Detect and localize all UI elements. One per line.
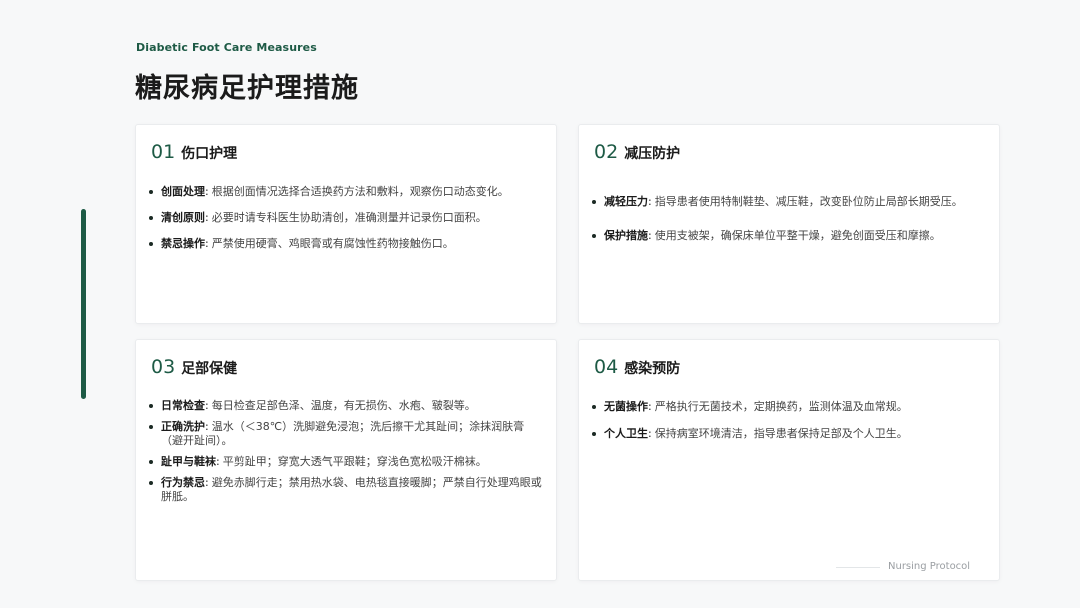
item-text: 根据创面情况选择合适换药方法和敷料，观察伤口动态变化。 — [211, 185, 509, 198]
list-item: 趾甲与鞋袜: 平剪趾甲；穿宽大透气平跟鞋；穿浅色宽松吸汗棉袜。 — [148, 455, 544, 469]
list-item: 正确洗护: 温水（＜38℃）洗脚避免浸泡；洗后擦干尤其趾间；涂抹润肤膏（避开趾间）… — [148, 420, 544, 448]
card-item-list: 日常检查: 每日检查足部色泽、温度，有无损伤、水疱、皲裂等。 正确洗护: 温水（＜3… — [148, 399, 544, 504]
card-infection-prevention: 04 感染预防 无菌操作: 严格执行无菌技术，定期换药，监测体温及血常规。 个人卫… — [578, 339, 1000, 581]
card-header: 02 减压防护 — [594, 141, 680, 163]
card-number: 01 — [151, 141, 176, 163]
footer-label: Nursing Protocol — [888, 561, 971, 572]
card-title: 减压防护 — [624, 146, 681, 162]
item-label: 个人卫生 — [604, 427, 648, 440]
list-item: 清创原则: 必要时请专科医生协助清创，准确测量并记录伤口面积。 — [148, 211, 544, 225]
list-item: 日常检查: 每日检查足部色泽、温度，有无损伤、水疱、皲裂等。 — [148, 399, 544, 413]
card-header: 01 伤口护理 — [151, 141, 237, 163]
item-text: 严格执行无菌技术，定期换药，监测体温及血常规。 — [654, 400, 908, 413]
card-item-list: 无菌操作: 严格执行无菌技术，定期换药，监测体温及血常规。 个人卫生: 保持病室环境… — [591, 400, 987, 441]
list-item: 无菌操作: 严格执行无菌技术，定期换药，监测体温及血常规。 — [591, 400, 987, 414]
item-text: 必要时请专科医生协助清创，准确测量并记录伤口面积。 — [211, 211, 487, 224]
item-text: 保持病室环境清洁，指导患者保持足部及个人卫生。 — [654, 427, 908, 440]
list-item: 个人卫生: 保持病室环境清洁，指导患者保持足部及个人卫生。 — [591, 427, 987, 441]
item-text: 使用支被架，确保床单位平整干燥，避免创面受压和摩擦。 — [654, 229, 941, 242]
page-title: 糖尿病足护理措施 — [135, 73, 359, 104]
card-foot-care: 03 足部保健 日常检查: 每日检查足部色泽、温度，有无损伤、水疱、皲裂等。 正确… — [135, 339, 557, 581]
card-header: 03 足部保健 — [151, 356, 237, 378]
card-header: 04 感染预防 — [594, 356, 680, 378]
item-label: 禁忌操作 — [161, 237, 205, 250]
item-text: 避免赤脚行走；禁用热水袋、电热毯直接暖脚；严禁自行处理鸡眼或胼胝。 — [161, 476, 542, 503]
item-text: 严禁使用硬膏、鸡眼膏或有腐蚀性药物接触伤口。 — [211, 237, 454, 250]
item-text: 每日检查足部色泽、温度，有无损伤、水疱、皲裂等。 — [211, 399, 476, 412]
card-item-list: 创面处理: 根据创面情况选择合适换药方法和敷料，观察伤口动态变化。 清创原则: 必要… — [148, 185, 544, 251]
list-item: 行为禁忌: 避免赤脚行走；禁用热水袋、电热毯直接暖脚；严禁自行处理鸡眼或胼胝。 — [148, 476, 544, 504]
item-text: 指导患者使用特制鞋垫、减压鞋，改变卧位防止局部长期受压。 — [654, 195, 963, 208]
card-wound-care: 01 伤口护理 创面处理: 根据创面情况选择合适换药方法和敷料，观察伤口动态变化。… — [135, 124, 557, 324]
card-number: 02 — [594, 141, 619, 163]
item-label: 正确洗护 — [161, 420, 205, 433]
page-subtitle: Diabetic Foot Care Measures — [136, 41, 317, 54]
item-label: 创面处理 — [161, 185, 205, 198]
item-label: 减轻压力 — [604, 195, 648, 208]
list-item: 创面处理: 根据创面情况选择合适换药方法和敷料，观察伤口动态变化。 — [148, 185, 544, 199]
card-title: 伤口护理 — [181, 146, 238, 162]
card-item-list: 减轻压力: 指导患者使用特制鞋垫、减压鞋，改变卧位防止局部长期受压。 保护措施: 使… — [591, 195, 987, 243]
item-label: 行为禁忌 — [161, 476, 205, 489]
card-pressure-relief: 02 减压防护 减轻压力: 指导患者使用特制鞋垫、减压鞋，改变卧位防止局部长期受压… — [578, 124, 1000, 324]
card-title: 足部保健 — [181, 361, 238, 377]
list-item: 减轻压力: 指导患者使用特制鞋垫、减压鞋，改变卧位防止局部长期受压。 — [591, 195, 987, 209]
accent-side-bar — [81, 209, 86, 399]
card-title: 感染预防 — [624, 361, 681, 377]
item-label: 保护措施 — [604, 229, 648, 242]
item-label: 日常检查 — [161, 399, 205, 412]
list-item: 禁忌操作: 严禁使用硬膏、鸡眼膏或有腐蚀性药物接触伤口。 — [148, 237, 544, 251]
item-text: 温水（＜38℃）洗脚避免浸泡；洗后擦干尤其趾间；涂抹润肤膏（避开趾间）。 — [161, 420, 525, 447]
card-number: 04 — [594, 356, 619, 378]
footer-divider — [836, 567, 880, 568]
item-label: 无菌操作 — [604, 400, 648, 413]
item-label: 清创原则 — [161, 211, 205, 224]
list-item: 保护措施: 使用支被架，确保床单位平整干燥，避免创面受压和摩擦。 — [591, 229, 987, 243]
card-number: 03 — [151, 356, 176, 378]
item-text: 平剪趾甲；穿宽大透气平跟鞋；穿浅色宽松吸汗棉袜。 — [222, 455, 487, 468]
item-label: 趾甲与鞋袜 — [161, 455, 216, 468]
